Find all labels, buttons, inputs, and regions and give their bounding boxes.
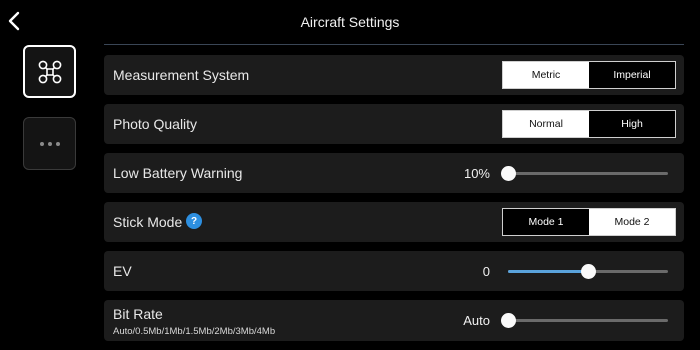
- low-battery-slider[interactable]: [501, 166, 668, 181]
- normal-option[interactable]: Normal: [503, 111, 589, 137]
- photo-quality-toggle: Normal High: [502, 110, 676, 138]
- bit-rate-slider[interactable]: [501, 313, 668, 328]
- photo-quality-label: Photo Quality: [113, 116, 198, 132]
- ev-value: 0: [482, 264, 490, 279]
- low-battery-value: 10%: [463, 166, 490, 181]
- metric-option[interactable]: Metric: [503, 62, 589, 88]
- measurement-label: Measurement System: [113, 67, 250, 83]
- mode-1-option[interactable]: Mode 1: [503, 209, 589, 235]
- stick-mode-toggle: Mode 1 Mode 2: [502, 208, 676, 236]
- bit-rate-label: Bit Rate: [113, 306, 163, 322]
- more-icon: [39, 141, 60, 146]
- bit-rate-options-text: Auto/0.5Mb/1Mb/1.5Mb/2Mb/3Mb/4Mb: [113, 326, 276, 337]
- ev-slider-fill: [508, 270, 588, 273]
- row-bit-rate: Bit Rate Auto/0.5Mb/1Mb/1.5Mb/2Mb/3Mb/4M…: [104, 300, 684, 341]
- aircraft-settings-screen: Aircraft Settings Measurement System Met…: [0, 0, 700, 350]
- row-stick-mode: Stick Mode ? Mode 1 Mode 2: [104, 202, 684, 242]
- help-icon[interactable]: ?: [186, 213, 202, 229]
- bit-rate-slider-thumb[interactable]: [501, 313, 516, 328]
- low-battery-label: Low Battery Warning: [113, 165, 243, 181]
- low-battery-slider-thumb[interactable]: [501, 166, 516, 181]
- high-option[interactable]: High: [589, 111, 675, 137]
- imperial-option[interactable]: Imperial: [589, 62, 675, 88]
- ev-label: EV: [113, 263, 132, 279]
- row-ev: EV 0: [104, 251, 684, 291]
- sidebar-item-aircraft[interactable]: [23, 45, 76, 98]
- row-measurement-system: Measurement System Metric Imperial: [104, 55, 684, 95]
- bit-rate-value: Auto: [463, 313, 490, 328]
- header-divider: [104, 44, 684, 45]
- sidebar-item-more[interactable]: [23, 117, 76, 170]
- page-title: Aircraft Settings: [300, 14, 400, 30]
- row-photo-quality: Photo Quality Normal High: [104, 104, 684, 144]
- mode-2-option[interactable]: Mode 2: [589, 209, 675, 235]
- drone-icon: [38, 60, 61, 83]
- ev-slider-thumb[interactable]: [581, 264, 596, 279]
- stick-mode-label: Stick Mode: [113, 214, 183, 230]
- ev-slider[interactable]: [508, 264, 668, 279]
- measurement-toggle: Metric Imperial: [502, 61, 676, 89]
- row-low-battery-warning: Low Battery Warning 10%: [104, 153, 684, 193]
